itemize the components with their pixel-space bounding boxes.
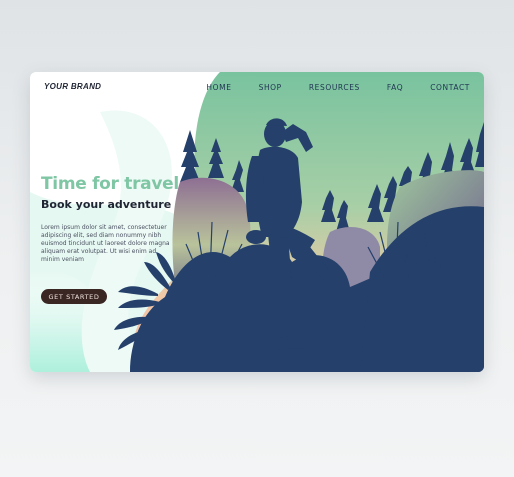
nav-faq[interactable]: FAQ [387,83,403,92]
nav-home[interactable]: HOME [206,83,231,92]
nav-resources[interactable]: RESOURCES [309,83,360,92]
main-nav: HOME SHOP RESOURCES FAQ CONTACT [179,83,470,92]
hero-subtitle: Book your adventure [41,198,172,211]
hero-illustration [30,72,484,372]
nav-contact[interactable]: CONTACT [430,83,470,92]
get-started-button[interactable]: GET STARTED [41,289,107,304]
hero-description: Lorem ipsum dolor sit amet, consectetuer… [41,224,170,263]
brand-logo[interactable]: YOUR BRAND [44,82,101,91]
landing-page-card: YOUR BRAND HOME SHOP RESOURCES FAQ CONTA… [30,72,484,372]
hero-title: Time for travel [41,174,179,194]
nav-shop[interactable]: SHOP [259,83,282,92]
